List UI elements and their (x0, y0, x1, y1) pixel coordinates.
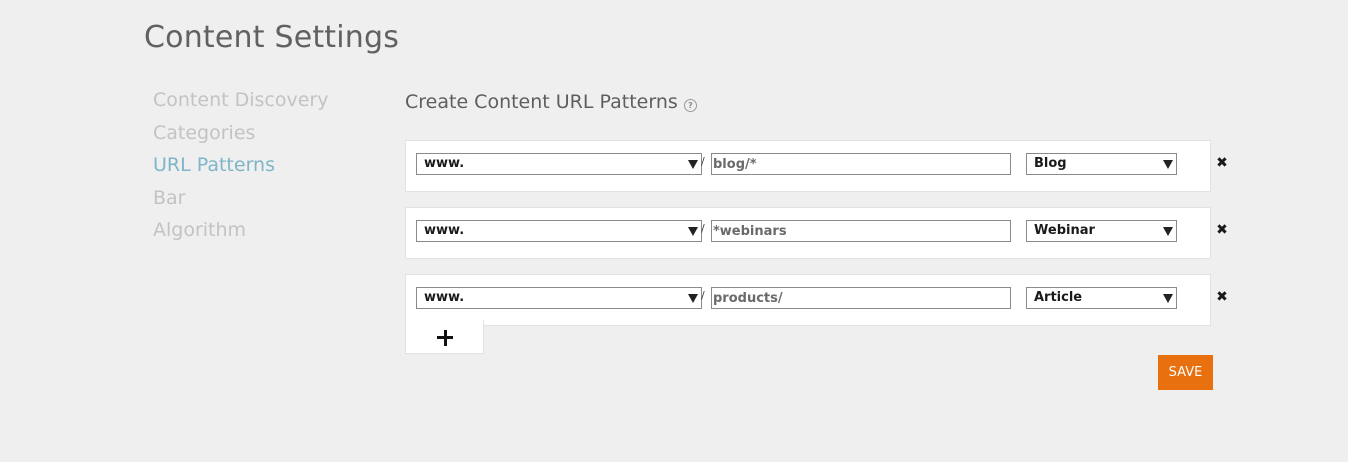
caret-down-icon (688, 294, 698, 303)
content-type-select[interactable]: Webinar (1026, 220, 1177, 242)
sidebar-item-algorithm[interactable]: Algorithm (153, 217, 373, 250)
path-separator: / (701, 222, 705, 235)
add-pattern-button[interactable] (405, 320, 484, 354)
path-separator: / (701, 289, 705, 302)
domain-select[interactable]: www. (416, 220, 702, 242)
url-pattern-row: www. / Blog (405, 140, 1211, 192)
remove-pattern-icon[interactable]: ✖ (1216, 290, 1228, 304)
sidebar-item-bar[interactable]: Bar (153, 185, 373, 218)
content-type-select-value: Webinar (1034, 223, 1095, 238)
sidebar-item-categories[interactable]: Categories (153, 120, 373, 153)
section-title: Create Content URL Patterns (405, 91, 678, 113)
caret-down-icon (1163, 294, 1173, 303)
content-type-select[interactable]: Blog (1026, 153, 1177, 175)
domain-select-value: www. (424, 156, 465, 171)
page-title: Content Settings (144, 20, 400, 55)
domain-select-value: www. (424, 290, 465, 305)
help-icon[interactable]: ? (684, 99, 697, 112)
remove-pattern-icon[interactable]: ✖ (1216, 156, 1228, 170)
url-pattern-row: www. / Webinar (405, 207, 1211, 259)
settings-sidebar: Content Discovery Categories URL Pattern… (153, 87, 373, 250)
content-type-select[interactable]: Article (1026, 287, 1177, 309)
caret-down-icon (1163, 160, 1173, 169)
path-input[interactable] (711, 153, 1011, 175)
remove-pattern-icon[interactable]: ✖ (1216, 223, 1228, 237)
caret-down-icon (688, 160, 698, 169)
domain-select[interactable]: www. (416, 287, 702, 309)
path-input[interactable] (711, 220, 1011, 242)
content-type-select-value: Blog (1034, 156, 1067, 171)
path-input[interactable] (711, 287, 1011, 309)
sidebar-item-url-patterns[interactable]: URL Patterns (153, 152, 373, 185)
caret-down-icon (1163, 227, 1173, 236)
domain-select-value: www. (424, 223, 465, 238)
caret-down-icon (688, 227, 698, 236)
sidebar-item-content-discovery[interactable]: Content Discovery (153, 87, 373, 120)
plus-icon-vertical (443, 329, 447, 346)
content-type-select-value: Article (1034, 290, 1083, 305)
save-button[interactable]: SAVE (1158, 355, 1213, 390)
url-pattern-row: www. / Article (405, 274, 1211, 326)
domain-select[interactable]: www. (416, 153, 702, 175)
content-settings-page: Content Settings Content Discovery Categ… (0, 0, 1348, 462)
path-separator: / (701, 155, 705, 168)
